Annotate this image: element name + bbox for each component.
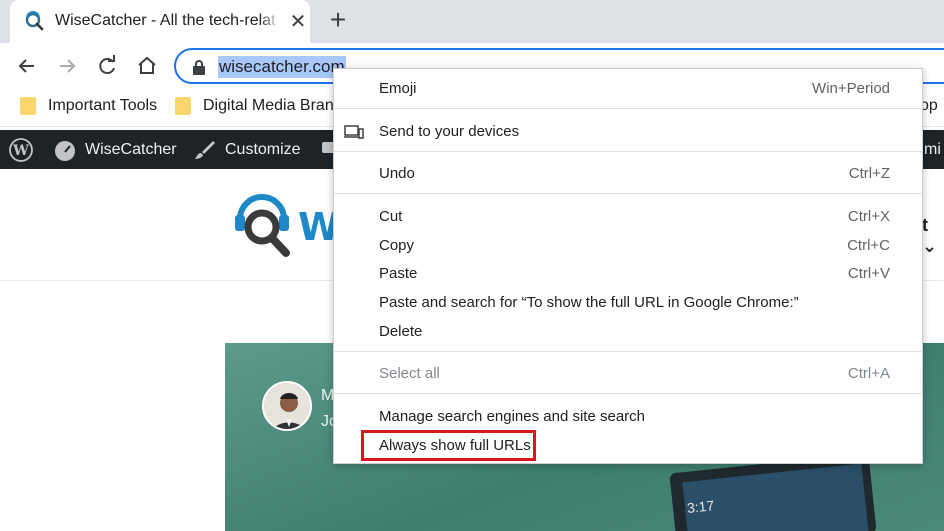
wisecatcher-favicon-icon — [25, 11, 44, 31]
annotation-highlight-box — [361, 430, 536, 461]
menu-separator — [334, 193, 922, 194]
url-text-selected[interactable]: wisecatcher.com — [218, 56, 346, 78]
folder-icon — [175, 97, 191, 115]
device-illustration: 3:17 — [669, 452, 877, 531]
omnibox-context-menu: Emoji Win+Period Send to your devices Un… — [333, 68, 923, 464]
svg-text:W: W — [12, 143, 29, 159]
menu-item-label: Select all — [379, 365, 440, 382]
menu-item-shortcut: Win+Period — [812, 80, 890, 97]
tab-title-fade — [260, 8, 280, 34]
menu-item-shortcut: Ctrl+C — [847, 237, 890, 254]
nav-menu-fragment[interactable]: t ⌄ — [922, 215, 944, 257]
menu-separator — [334, 393, 922, 394]
back-arrow-icon[interactable] — [14, 53, 40, 79]
device-time: 3:17 — [686, 497, 715, 516]
browser-tab[interactable]: WiseCatcher - All the tech-related ✕ — [10, 0, 310, 43]
menu-item-paste[interactable]: Paste Ctrl+V — [334, 262, 922, 286]
bookmark-label: Digital Media Brands — [203, 97, 351, 114]
wp-site-name-link[interactable]: WiseCatcher — [85, 130, 177, 169]
tab-title: WiseCatcher - All the tech-related — [55, 12, 275, 29]
menu-item-copy[interactable]: Copy Ctrl+C — [334, 234, 922, 258]
menu-item-send-to-devices[interactable]: Send to your devices — [334, 120, 922, 144]
menu-item-label: Paste — [379, 265, 418, 282]
menu-item-shortcut: Ctrl+X — [847, 208, 890, 225]
menu-item-label: Send to your devices — [379, 123, 520, 140]
menu-item-select-all[interactable]: Select all Ctrl+A — [334, 362, 922, 386]
menu-item-label: Manage search engines and site search — [379, 408, 646, 425]
author-avatar[interactable] — [262, 381, 312, 431]
home-icon[interactable] — [134, 53, 160, 79]
menu-item-delete[interactable]: Delete — [334, 320, 922, 344]
close-icon[interactable]: ✕ — [288, 12, 308, 32]
menu-item-label: Undo — [379, 165, 415, 182]
menu-separator — [334, 108, 922, 109]
folder-icon — [20, 97, 36, 115]
menu-item-emoji[interactable]: Emoji Win+Period — [334, 77, 922, 101]
paintbrush-icon — [195, 141, 215, 159]
menu-separator — [334, 151, 922, 152]
menu-separator — [334, 351, 922, 352]
menu-item-label: Delete — [379, 323, 423, 340]
menu-item-label: Paste and search for “To show the full U… — [379, 294, 799, 311]
bookmark-label: Important Tools — [48, 97, 158, 114]
tab-strip: WiseCatcher - All the tech-related ✕ + — [0, 0, 944, 43]
wp-bar-right-fragment[interactable]: mi — [924, 130, 941, 169]
menu-item-label: Copy — [379, 237, 415, 254]
menu-item-cut[interactable]: Cut Ctrl+X — [334, 205, 922, 229]
menu-item-paste-and-search[interactable]: Paste and search for “To show the full U… — [334, 291, 922, 315]
wp-customize-link[interactable]: Customize — [225, 130, 301, 169]
menu-item-shortcut: Ctrl+Z — [848, 165, 890, 182]
new-tab-button[interactable]: + — [327, 6, 349, 34]
person-icon — [264, 383, 310, 429]
menu-item-undo[interactable]: Undo Ctrl+Z — [334, 162, 922, 186]
devices-icon — [344, 125, 364, 139]
menu-item-shortcut: Ctrl+V — [847, 265, 890, 282]
reload-icon[interactable] — [94, 53, 120, 79]
forward-arrow-icon[interactable] — [54, 53, 80, 79]
lock-icon[interactable] — [192, 59, 206, 75]
wordpress-logo-icon[interactable]: W — [9, 138, 33, 162]
dashboard-gauge-icon — [55, 141, 75, 161]
menu-item-label: Emoji — [379, 80, 417, 97]
menu-item-shortcut: Ctrl+A — [847, 365, 890, 382]
menu-item-manage-search-engines[interactable]: Manage search engines and site search — [334, 405, 922, 429]
menu-item-label: Cut — [379, 208, 403, 225]
